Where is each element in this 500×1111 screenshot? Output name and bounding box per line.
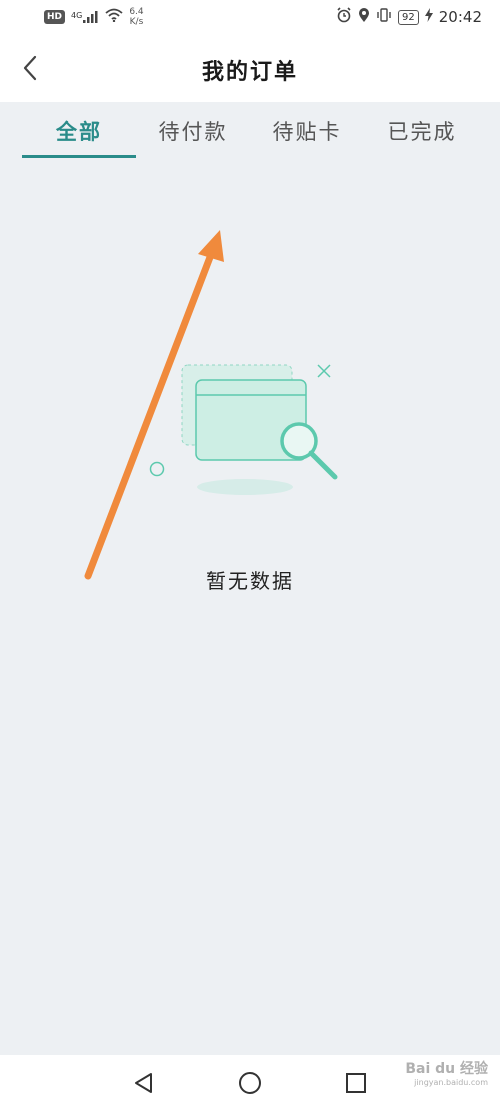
tab-completed[interactable]: 已完成 — [364, 116, 480, 156]
empty-state-text: 暂无数据 — [206, 569, 294, 593]
clock: 20:42 — [438, 8, 482, 26]
status-bar-right: 92 20:42 — [336, 7, 482, 27]
location-icon — [358, 7, 370, 27]
empty-search-icon — [149, 364, 338, 495]
vibrate-icon — [376, 8, 392, 26]
status-bar-left: HD 4G 6.4 K/s — [44, 7, 144, 27]
page-title: 我的订单 — [201, 60, 298, 85]
alarm-icon — [336, 7, 352, 27]
square-recents-icon[interactable] — [342, 1069, 370, 1097]
wifi-icon — [105, 8, 123, 26]
status-bar: HD 4G 6.4 K/s 92 20:42 — [0, 0, 500, 34]
signal-label: 4G — [71, 11, 83, 20]
signal-icon: 4G — [71, 11, 99, 23]
triangle-back-icon[interactable] — [130, 1069, 158, 1097]
charging-icon — [424, 8, 433, 26]
watermark-brand: Bai du 经验 — [405, 1061, 488, 1077]
tab-pending-card[interactable]: 待贴卡 — [249, 116, 365, 156]
net-speed-value: 6.4 — [129, 7, 144, 17]
hd-badge: HD — [44, 10, 66, 24]
order-tabs: 全部 待付款 待贴卡 已完成 — [0, 102, 500, 160]
tab-pending-payment[interactable]: 待付款 — [135, 116, 251, 156]
net-speed: 6.4 K/s — [129, 7, 143, 27]
watermark: Bai du 经验 jingyan.baidu.com — [405, 1062, 488, 1090]
tab-all[interactable]: 全部 — [21, 116, 137, 156]
watermark-url: jingyan.baidu.com — [414, 1078, 488, 1087]
net-speed-unit: K/s — [129, 17, 144, 27]
active-tab-indicator — [22, 155, 136, 158]
battery-icon: 92 — [398, 9, 419, 25]
circle-home-icon[interactable] — [236, 1069, 264, 1097]
app-header: 我的订单 — [0, 34, 500, 102]
